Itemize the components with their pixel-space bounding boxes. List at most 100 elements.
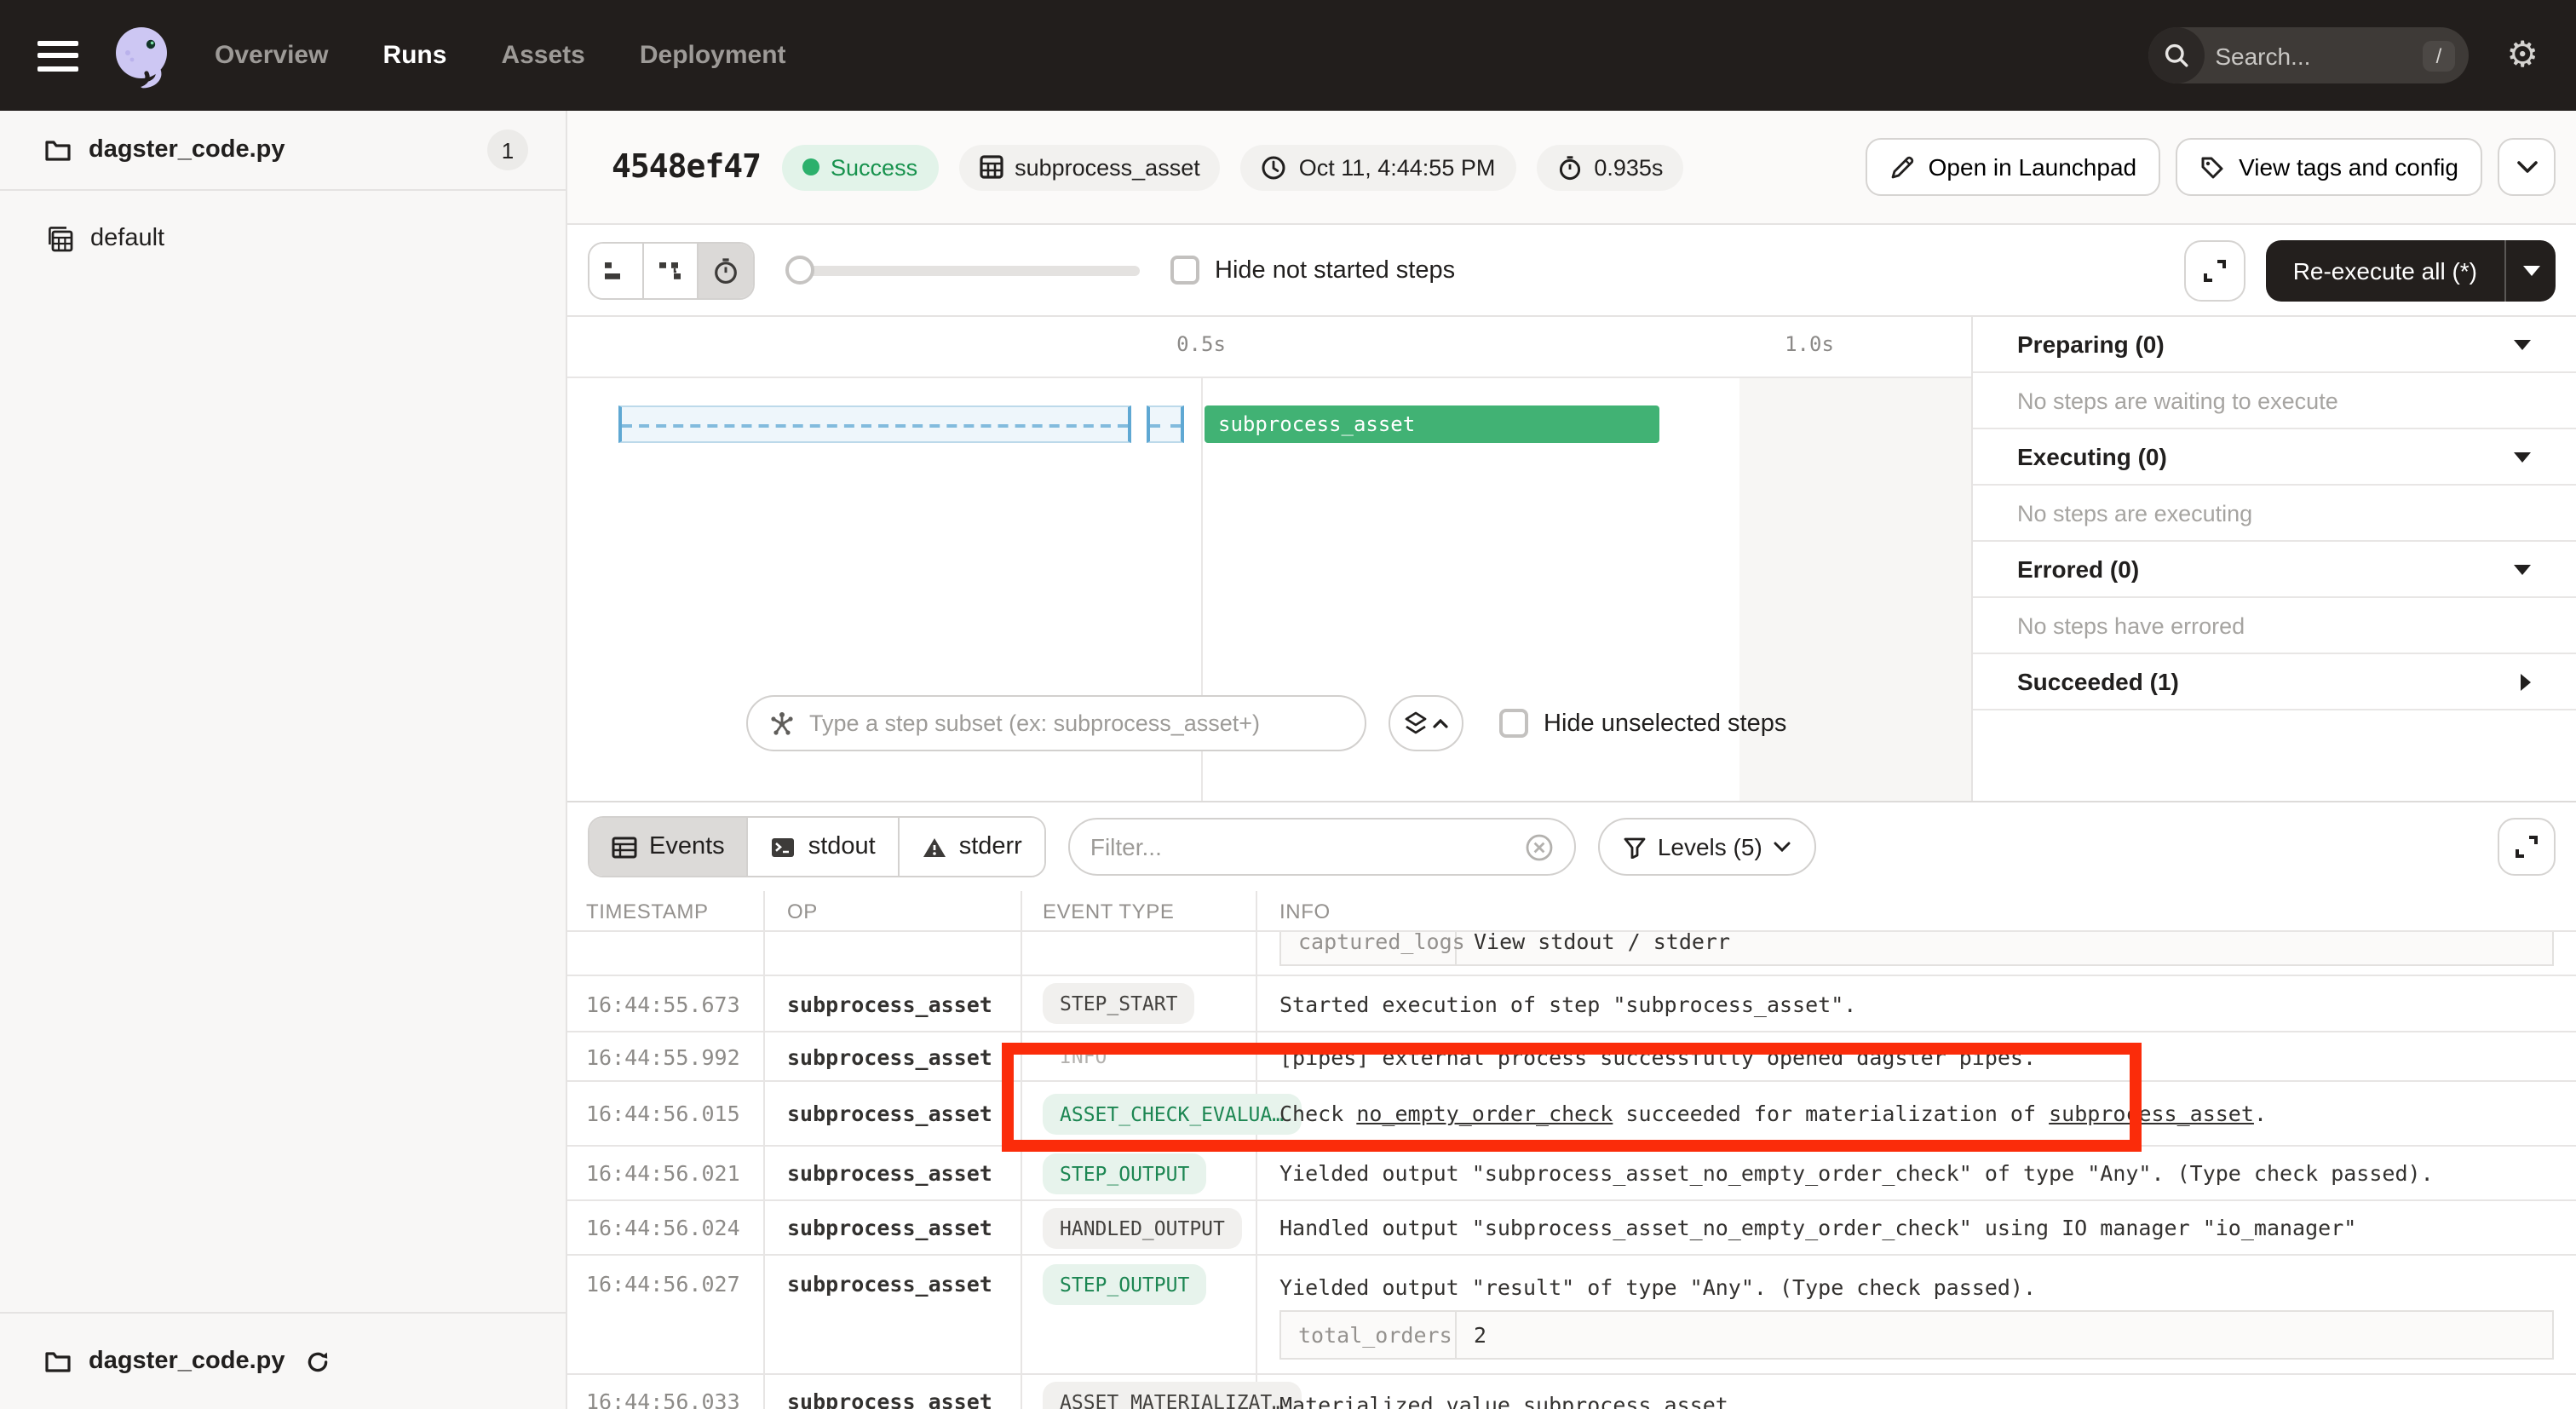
log-row-partial[interactable]: captured_logs View stdout / stderr — [567, 932, 2576, 976]
metadata-value-link[interactable]: View stdout / stderr — [1457, 932, 2552, 964]
gantt-bar-preparing-2[interactable] — [1147, 405, 1184, 443]
tab-stderr[interactable]: stderr — [900, 818, 1044, 876]
layers-icon — [1404, 710, 1428, 736]
gantt-bar-preparing[interactable] — [618, 405, 1131, 443]
sidebar-code-location-footer[interactable]: dagster_code.py — [0, 1312, 566, 1409]
search-input[interactable] — [2205, 42, 2422, 69]
sidebar-item-code-location[interactable]: dagster_code.py 1 — [0, 111, 566, 191]
log-filter-input[interactable] — [1090, 833, 1511, 860]
job-grid-icon — [48, 226, 73, 251]
reexecute-dropdown-caret[interactable] — [2504, 239, 2556, 301]
run-actions-chevron-button[interactable] — [2498, 138, 2556, 196]
panel-section-preparing[interactable]: Preparing (0) — [1973, 317, 2576, 373]
hide-not-started-checkbox[interactable] — [1170, 256, 1199, 285]
panel-section-executing[interactable]: Executing (0) — [1973, 429, 2576, 486]
col-event-type: EVENT TYPE — [1022, 891, 1257, 930]
event-op: subprocess_asset — [765, 976, 1022, 1031]
layers-button[interactable] — [1389, 695, 1463, 751]
pencil-icon — [1889, 154, 1915, 180]
slider-thumb[interactable] — [785, 256, 814, 285]
metadata-value: 2 — [1457, 1312, 2552, 1358]
event-timestamp: 16:44:56.021 — [567, 1147, 765, 1199]
event-timestamp: 16:44:55.992 — [567, 1032, 765, 1080]
caret-down-icon — [2513, 338, 2532, 350]
axis-tick-1-0s: 1.0s — [1785, 332, 1834, 356]
event-op: subprocess_asset — [765, 1256, 1022, 1373]
log-row-step-start[interactable]: 16:44:55.673 subprocess_asset STEP_START… — [567, 976, 2576, 1032]
view-mode-waterfall-icon[interactable] — [644, 243, 699, 297]
event-op: subprocess_asset — [765, 1201, 1022, 1254]
col-timestamp: TIMESTAMP — [567, 891, 765, 930]
tab-events[interactable]: Events — [589, 818, 749, 876]
view-mode-flat-icon[interactable] — [589, 243, 644, 297]
nav-assets[interactable]: Assets — [501, 41, 584, 70]
asset-chip[interactable]: subprocess_asset — [958, 144, 1221, 190]
levels-dropdown-button[interactable]: Levels (5) — [1598, 818, 1817, 876]
sidebar-item-job-default[interactable]: default — [0, 201, 566, 276]
asset-name-link[interactable]: subprocess_asset — [2049, 1101, 2254, 1126]
dagster-logo[interactable] — [106, 20, 177, 91]
col-info: INFO — [1257, 899, 2576, 923]
check-name-link[interactable]: no_empty_order_check — [1356, 1101, 1613, 1126]
event-op: subprocess_asset — [765, 1375, 1022, 1409]
clock-icon — [1262, 154, 1287, 180]
hide-unselected-checkbox[interactable] — [1499, 709, 1528, 738]
reexecute-all-button[interactable]: Re-execute all (*) — [2266, 239, 2556, 301]
event-info: Handled output "subprocess_asset_no_empt… — [1257, 1215, 2576, 1240]
log-toolbar: Events stdout stderr — [567, 802, 2576, 891]
open-in-launchpad-button[interactable]: Open in Launchpad — [1866, 138, 2160, 196]
hide-unselected-label: Hide unselected steps — [1544, 710, 1786, 737]
clear-filter-icon[interactable] — [1525, 832, 1554, 861]
log-row-step-output-check[interactable]: 16:44:56.021 subprocess_asset STEP_OUTPU… — [567, 1147, 2576, 1201]
event-info: Materialized value subprocess_asset. — [1257, 1375, 2576, 1409]
search-shortcut-key: / — [2423, 40, 2456, 71]
event-info: Yielded output "subprocess_asset_no_empt… — [1257, 1160, 2576, 1186]
log-row-asset-check[interactable]: 16:44:56.015 subprocess_asset ASSET_CHEC… — [567, 1082, 2576, 1147]
global-search[interactable]: / — [2148, 27, 2469, 83]
event-type-badge: HANDLED_OUTPUT — [1043, 1207, 1242, 1248]
event-timestamp: 16:44:56.027 — [567, 1256, 765, 1373]
event-timestamp: 16:44:55.673 — [567, 976, 765, 1031]
panel-section-succeeded[interactable]: Succeeded (1) — [1973, 654, 2576, 710]
event-op: subprocess_asset — [765, 1082, 1022, 1145]
log-tabs: Events stdout stderr — [588, 816, 1046, 877]
log-row-step-output-result[interactable]: 16:44:56.027 subprocess_asset STEP_OUTPU… — [567, 1256, 2576, 1375]
panel-caption-preparing: No steps are waiting to execute — [1973, 373, 2576, 429]
view-mode-timed-icon[interactable] — [699, 243, 753, 297]
log-row-asset-materialization[interactable]: 16:44:56.033 subprocess_asset ASSET_MATE… — [567, 1375, 2576, 1409]
gear-icon[interactable]: ⚙ — [2506, 37, 2539, 73]
gantt-bar-subprocess-asset[interactable]: subprocess_asset — [1205, 405, 1659, 443]
asset-grid-icon — [979, 155, 1003, 179]
event-type-badge: STEP_START — [1043, 983, 1195, 1024]
zoom-slider[interactable] — [785, 255, 1140, 285]
nav-runs[interactable]: Runs — [382, 41, 446, 70]
nav-deployment[interactable]: Deployment — [640, 41, 786, 70]
panel-section-errored[interactable]: Errored (0) — [1973, 542, 2576, 598]
event-op: subprocess_asset — [765, 1032, 1022, 1080]
panel-caption-errored: No steps have errored — [1973, 598, 2576, 654]
expand-icon — [2515, 835, 2539, 859]
event-info: Yielded output "result" of type "Any". (… — [1257, 1256, 2576, 1360]
funnel-icon — [1624, 836, 1646, 858]
caret-down-icon — [2513, 563, 2532, 575]
hamburger-menu-icon[interactable] — [37, 40, 78, 71]
view-tags-config-button[interactable]: View tags and config — [2176, 138, 2482, 196]
events-table-icon — [612, 836, 637, 858]
metadata-table-captured-logs[interactable]: captured_logs View stdout / stderr — [1279, 932, 2554, 966]
step-subset-input[interactable] — [809, 710, 1344, 736]
reload-icon[interactable] — [306, 1349, 331, 1374]
log-row-pipes-info[interactable]: 16:44:55.992 subprocess_asset INFO [pipe… — [567, 1032, 2576, 1082]
gantt-view-mode-switcher — [588, 241, 755, 299]
gantt-time-axis: 0.5s 1.0s — [567, 317, 1971, 378]
event-info: Started execution of step "subprocess_as… — [1257, 991, 2576, 1016]
log-row-handled-output[interactable]: 16:44:56.024 subprocess_asset HANDLED_OU… — [567, 1201, 2576, 1256]
gantt-chart: 0.5s 1.0s subprocess_asset — [567, 317, 1971, 801]
nav-overview[interactable]: Overview — [215, 41, 328, 70]
folder-icon — [44, 138, 72, 162]
log-fullscreen-button[interactable] — [2498, 818, 2556, 876]
tab-stdout[interactable]: stdout — [749, 818, 900, 876]
primary-nav: Overview Runs Assets Deployment — [215, 41, 786, 70]
metadata-key: total_orders — [1281, 1312, 1457, 1358]
caret-up-icon — [1433, 718, 1448, 728]
gantt-fullscreen-button[interactable] — [2184, 239, 2245, 301]
